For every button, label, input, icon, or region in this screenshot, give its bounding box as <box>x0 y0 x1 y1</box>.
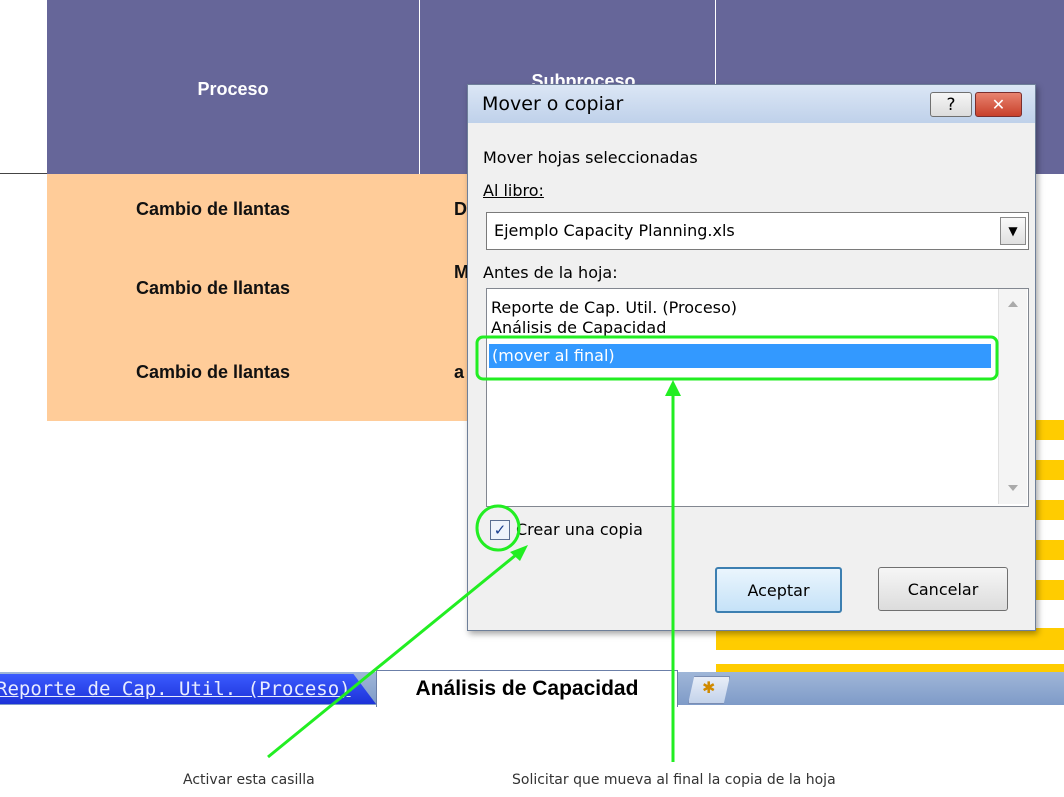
arrow-left-line <box>267 548 523 759</box>
annotation-right: Solicitar que mueva al final la copia de… <box>512 772 836 788</box>
annotation-left: Activar esta casilla <box>183 772 315 788</box>
arrow-right-head <box>665 380 681 396</box>
annotation-overlay <box>267 335 999 762</box>
highlight-checkbox <box>475 504 521 552</box>
highlight-selected-item <box>475 335 999 381</box>
